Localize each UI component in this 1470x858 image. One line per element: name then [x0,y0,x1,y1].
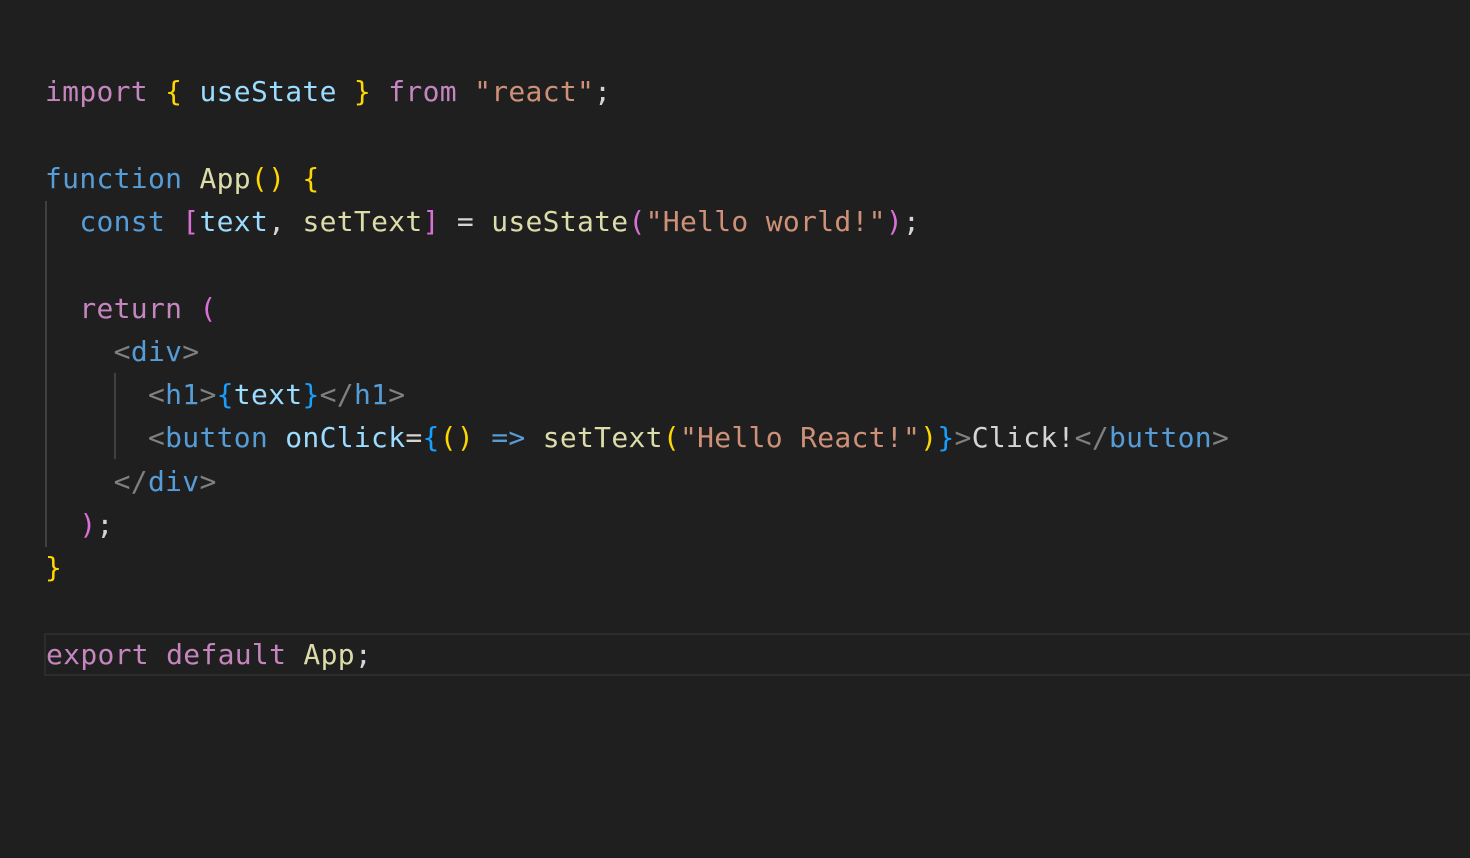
code-token: div [147,465,200,498]
code-token: ; [594,75,612,108]
code-token: "react" [474,75,595,108]
code-line-1[interactable]: import { useState } from "react"; [45,70,611,113]
code-token: import [45,75,148,108]
code-token: > [388,378,406,411]
code-token: "Hello React!" [679,421,921,454]
code-line-3[interactable]: function App() { [45,157,320,200]
code-token: setText [542,421,663,454]
code-token: } [937,421,955,454]
code-token: [ [182,205,200,238]
code-line-11[interactable]: ); [45,503,114,546]
code-token: App [303,638,355,671]
code-token: > [182,335,200,368]
code-token: { [216,378,234,411]
code-token: () [250,162,286,195]
code-token: } [45,551,63,584]
code-token: h1 [353,378,389,411]
code-token: < [147,421,166,454]
code-line-7[interactable]: <div> [45,330,200,373]
code-token: } [302,378,320,411]
code-token: function [45,162,183,195]
code-token: setText [302,205,423,238]
code-token: > [954,421,972,454]
code-token: from [388,75,457,108]
code-token: button [165,421,269,454]
code-token: export [46,638,149,671]
code-token: h1 [165,378,200,411]
code-token: ] [422,205,440,238]
code-token: text [199,205,269,238]
code-line-9[interactable]: <button onClick={() => setText("Hello Re… [45,416,1229,459]
code-token: { [165,75,183,108]
code-token: "Hello world!" [645,205,886,238]
code-token: ( [628,205,646,238]
code-token: ; [96,508,114,541]
code-token: > [199,465,217,498]
code-token: { [302,162,320,195]
code-line-8[interactable]: <h1>{text}</h1> [45,373,405,416]
code-token: button [1109,421,1212,454]
code-line-12[interactable]: } [45,546,62,589]
code-token: useState [491,205,629,238]
code-line-6[interactable]: return ( [45,287,217,330]
code-token: < [113,335,131,368]
code-token: ( [662,421,680,454]
code-token: () [439,421,475,454]
code-token: default [166,638,287,671]
code-token: ( [199,292,217,325]
code-token: </ [113,465,148,498]
code-token: { [422,421,440,454]
code-token: < [147,378,166,411]
code-line-4[interactable]: const [text, setText] = useState("Hello … [45,200,920,243]
code-token: onClick [285,421,406,454]
code-token: Click! [971,421,1075,454]
code-token: return [79,292,183,325]
code-token: = [405,421,423,454]
code-token: text [233,378,303,411]
code-line-14[interactable]: export default App; [44,633,1470,676]
code-token: => [491,421,526,454]
code-token: ; [903,205,921,238]
code-line-10[interactable]: </div> [45,460,217,503]
code-token: ) [885,205,904,238]
code-token: ) [79,508,97,541]
code-token: ) [920,421,938,454]
code-token: div [130,335,183,368]
code-token: , [268,205,303,238]
code-token: const [79,205,166,238]
code-token: = [439,205,492,238]
code-editor[interactable]: import { useState } from "react"; functio… [0,0,1470,858]
code-token: </ [1074,421,1109,454]
code-token: ; [354,638,373,671]
code-token: > [199,378,217,411]
code-token: App [199,162,251,195]
code-token: > [1211,421,1230,454]
code-token: </ [319,378,354,411]
code-token: useState [199,75,337,108]
code-token: } [353,75,372,108]
